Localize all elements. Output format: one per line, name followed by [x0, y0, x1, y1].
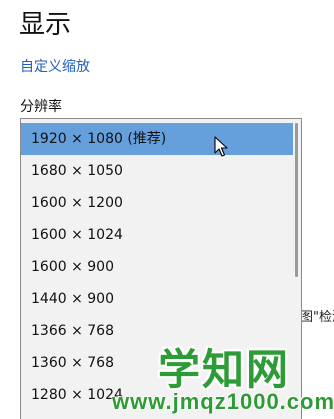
- mouse-cursor-icon: [214, 136, 228, 157]
- dropdown-scrollbar[interactable]: [295, 123, 298, 277]
- resolution-option-selected[interactable]: 1920 × 1080 (推荐): [21, 123, 293, 155]
- resolution-option[interactable]: 1600 × 900: [21, 251, 293, 283]
- resolution-option[interactable]: 1600 × 1200: [21, 187, 293, 219]
- resolution-option[interactable]: 1600 × 1024: [21, 219, 293, 251]
- watermark-title: 学知网: [158, 345, 291, 394]
- resolution-option[interactable]: 1440 × 900: [21, 283, 293, 315]
- page-title: 显示: [19, 10, 72, 40]
- watermark: 学知网 www.jmqz1000.com: [112, 336, 334, 419]
- background-partial-text: 图"检测: [300, 310, 334, 325]
- custom-scale-link[interactable]: 自定义缩放: [20, 56, 90, 76]
- resolution-label: 分辨率: [20, 99, 62, 115]
- watermark-url: www.jmqz1000.com: [112, 389, 334, 414]
- resolution-option[interactable]: 1680 × 1050: [21, 155, 293, 187]
